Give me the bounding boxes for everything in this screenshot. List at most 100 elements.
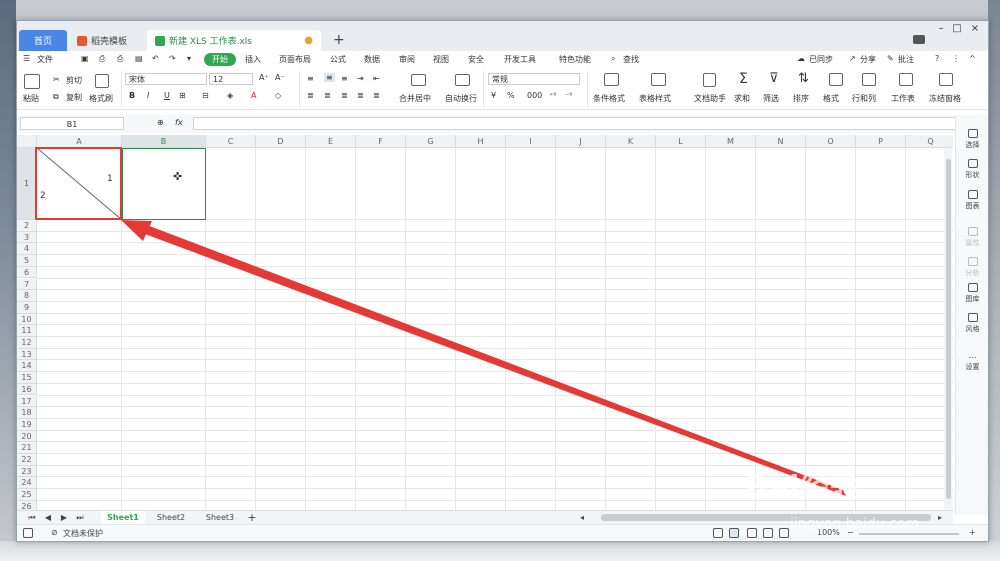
justify-icon[interactable]: ≣ <box>357 91 364 100</box>
row-header-2[interactable]: 2 <box>17 220 37 232</box>
redo-icon[interactable]: ↷ <box>169 54 176 63</box>
column-header-O[interactable]: O <box>806 135 856 148</box>
table-style-button[interactable]: 表格样式 <box>639 93 671 104</box>
filter-icon[interactable]: ⊽ <box>769 71 779 86</box>
column-header-M[interactable]: M <box>706 135 756 148</box>
tab-template[interactable]: 稻壳模板 <box>69 30 143 51</box>
menu-start[interactable]: 开始 <box>204 53 236 66</box>
wrap-text-icon[interactable] <box>455 74 470 86</box>
align-left-icon[interactable]: ≣ <box>307 91 314 100</box>
percent-icon[interactable]: % <box>507 91 515 100</box>
row-header-13[interactable]: 13 <box>17 348 37 361</box>
sheet-tab-1[interactable]: Sheet1 <box>101 511 145 525</box>
thousands-icon[interactable]: 000 <box>527 91 542 100</box>
menu-security[interactable]: 安全 <box>468 54 484 65</box>
zoom-lookup-icon[interactable]: ⊕ <box>157 118 164 127</box>
distributed-icon[interactable]: ≣ <box>373 91 380 100</box>
column-header-E[interactable]: E <box>306 135 356 148</box>
align-right-icon[interactable]: ≣ <box>341 91 348 100</box>
first-sheet-icon[interactable]: ⏮ <box>25 511 39 525</box>
filter-button[interactable]: 筛选 <box>763 93 779 104</box>
sheet-tab-2[interactable]: Sheet2 <box>147 511 195 525</box>
align-bottom-icon[interactable]: ≡ <box>341 74 348 83</box>
name-box[interactable]: B1 <box>20 117 124 130</box>
align-center-icon[interactable]: ≣ <box>324 91 331 100</box>
format-button[interactable]: 格式 <box>823 93 839 104</box>
column-header-P[interactable]: P <box>856 135 906 148</box>
tab-file[interactable]: 新建 XLS 工作表.xls ● <box>147 30 321 51</box>
row-header-12[interactable]: 12 <box>17 337 37 349</box>
paste-button[interactable]: 粘贴 <box>23 93 39 104</box>
column-header-F[interactable]: F <box>356 135 406 148</box>
wrap-text-button[interactable]: 自动换行 <box>445 93 477 104</box>
page-break-view-icon[interactable] <box>747 528 757 538</box>
menu-developer[interactable]: 开发工具 <box>504 54 536 65</box>
row-header-8[interactable]: 8 <box>17 290 37 302</box>
font-size-select[interactable]: 12 <box>209 73 253 85</box>
fx-button[interactable]: fx <box>175 118 183 127</box>
copy-button[interactable]: 复制 <box>66 92 82 103</box>
cut-button[interactable]: 剪切 <box>66 75 82 86</box>
column-header-K[interactable]: K <box>606 135 656 148</box>
more-icon[interactable]: ⋮ <box>952 54 960 63</box>
border-icon[interactable]: ⊞ <box>179 91 186 100</box>
paste-icon[interactable] <box>24 74 40 89</box>
row-header-7[interactable]: 7 <box>17 278 37 291</box>
row-header-5[interactable]: 5 <box>17 255 37 267</box>
column-header-L[interactable]: L <box>656 135 706 148</box>
increase-font-icon[interactable]: A⁺ <box>259 73 269 82</box>
row-header-14[interactable]: 14 <box>17 360 37 373</box>
align-middle-icon[interactable]: ≡ <box>324 73 335 82</box>
add-sheet-button[interactable]: + <box>245 511 259 525</box>
side-settings[interactable]: ⋯ 设置 <box>956 353 988 372</box>
row-header-4[interactable]: 4 <box>17 243 37 256</box>
row-header-15[interactable]: 15 <box>17 372 37 384</box>
row-header-9[interactable]: 9 <box>17 301 37 314</box>
sum-button[interactable]: 求和 <box>734 93 750 104</box>
bold-button[interactable]: B <box>129 91 135 100</box>
side-style[interactable]: 风格 <box>956 313 988 334</box>
table-style-icon[interactable] <box>651 73 666 86</box>
menu-review[interactable]: 审阅 <box>399 54 415 65</box>
cloud-sync-icon[interactable]: ☁ <box>797 54 805 63</box>
side-shapes[interactable]: 形状 <box>956 159 988 180</box>
font-color-icon[interactable]: A <box>251 91 256 100</box>
undo-icon[interactable]: ↶ <box>152 54 159 63</box>
quick-access-more-icon[interactable]: ▾ <box>187 54 191 63</box>
prev-sheet-icon[interactable]: ◀ <box>41 511 55 525</box>
freeze-panes-icon[interactable] <box>939 73 953 86</box>
menu-insert[interactable]: 插入 <box>245 54 261 65</box>
row-header-1[interactable]: 1 <box>17 148 37 220</box>
column-header-N[interactable]: N <box>756 135 806 148</box>
row-header-20[interactable]: 20 <box>17 430 37 443</box>
freeze-panes-button[interactable]: 冻结窗格 <box>929 93 961 104</box>
doc-helper-button[interactable]: 文档助手 <box>694 93 726 104</box>
decrease-decimal-icon[interactable]: ⁻⁰ <box>565 91 572 100</box>
zoom-in-icon[interactable]: + <box>969 528 976 537</box>
clear-format-icon[interactable]: ◇ <box>275 91 281 100</box>
format-icon[interactable] <box>829 73 843 86</box>
decrease-font-icon[interactable]: A⁻ <box>275 73 285 82</box>
row-header-21[interactable]: 21 <box>17 442 37 454</box>
copy-icon[interactable]: ⧉ <box>53 92 59 102</box>
side-gallery[interactable]: 图库 <box>956 283 988 304</box>
align-top-icon[interactable]: ≡ <box>307 74 314 83</box>
menu-search[interactable]: 查找 <box>623 54 639 65</box>
share-icon[interactable]: ↗ <box>849 54 856 63</box>
row-header-18[interactable]: 18 <box>17 407 37 419</box>
row-header-3[interactable]: 3 <box>17 231 37 244</box>
currency-icon[interactable]: ¥ <box>491 91 496 100</box>
row-header-11[interactable]: 11 <box>17 325 37 337</box>
format-painter-icon[interactable] <box>95 74 109 88</box>
hamburger-icon[interactable]: ☰ <box>23 54 30 63</box>
share-button[interactable]: 分享 <box>860 54 876 65</box>
sum-icon[interactable]: Σ <box>739 71 748 87</box>
menu-view[interactable]: 视图 <box>433 54 449 65</box>
doc-helper-icon[interactable] <box>703 73 716 87</box>
number-format-select[interactable]: 常规 <box>488 73 580 85</box>
select-all-corner[interactable] <box>17 135 37 148</box>
underline-button[interactable]: U <box>164 91 170 100</box>
row-header-22[interactable]: 22 <box>17 454 37 466</box>
scroll-left-icon[interactable]: ◂ <box>577 511 587 525</box>
menu-file[interactable]: 文件 <box>37 54 53 65</box>
